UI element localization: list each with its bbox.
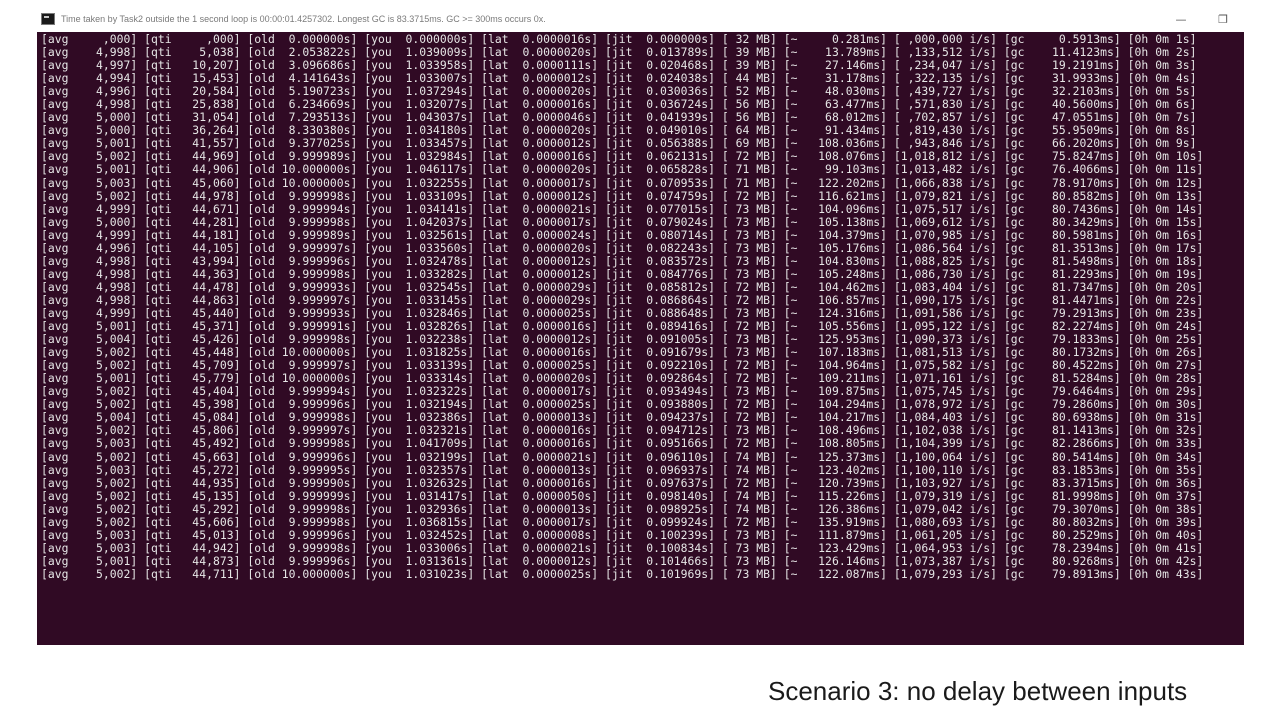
console-line: [avg 5,003] [qti 45,492] [old 9.999998s]…	[41, 436, 1204, 451]
console-line: [avg 5,000] [qti 44,281] [old 9.999998s]…	[41, 214, 1204, 229]
console-line: [avg 5,003] [qti 44,942] [old 9.999998s]…	[41, 540, 1204, 555]
window-controls: — ❐	[1160, 8, 1244, 30]
title-bar[interactable]: Time taken by Task2 outside the 1 second…	[37, 8, 1244, 30]
console-line: [avg 5,002] [qti 44,978] [old 9.999998s]…	[41, 188, 1204, 203]
console-line: [avg 5,002] [qti 45,663] [old 9.999996s]…	[41, 449, 1204, 464]
slide-caption: Scenario 3: no delay between inputs	[768, 676, 1188, 706]
window-title: Time taken by Task2 outside the 1 second…	[61, 14, 546, 24]
console-line: [avg 4,996] [qti 44,105] [old 9.999997s]…	[41, 240, 1204, 255]
console-line: [avg 5,002] [qti 44,935] [old 9.999990s]…	[41, 475, 1204, 490]
console-line: [avg 4,998] [qti 44,363] [old 9.999998s]…	[41, 266, 1204, 281]
console-lines: [avg ,000] [qti ,000] [old 0.000000s] [y…	[41, 32, 1204, 581]
console-line: [avg 4,999] [qti 44,671] [old 9.999994s]…	[41, 201, 1204, 216]
console-line: [avg 4,998] [qti 43,994] [old 9.999996s]…	[41, 253, 1204, 268]
console-line: [avg 5,001] [qti 44,873] [old 9.999996s]…	[41, 553, 1204, 568]
console-line: [avg 5,002] [qti 45,606] [old 9.999998s]…	[41, 514, 1204, 529]
console-line: [avg 5,003] [qti 45,060] [old 10.000000s…	[41, 175, 1204, 190]
minimize-icon[interactable]: —	[1160, 8, 1202, 30]
console-line: [avg 5,002] [qti 45,135] [old 9.999999s]…	[41, 488, 1204, 503]
console-output[interactable]: [avg ,000] [qti ,000] [old 0.000000s] [y…	[37, 32, 1244, 645]
console-icon[interactable]	[41, 13, 55, 25]
console-line: [avg 5,003] [qti 45,272] [old 9.999995s]…	[41, 462, 1204, 477]
console-line: [avg 5,002] [qti 45,292] [old 9.999998s]…	[41, 501, 1204, 516]
console-line: [avg 5,002] [qti 44,711] [old 10.000000s…	[41, 566, 1204, 581]
console-line: [avg 5,003] [qti 45,013] [old 9.999996s]…	[41, 527, 1204, 542]
console-line: [avg 4,999] [qti 44,181] [old 9.999989s]…	[41, 227, 1204, 242]
console-line: [avg 5,001] [qti 44,906] [old 10.000000s…	[41, 162, 1204, 177]
maximize-icon[interactable]: ❐	[1202, 8, 1244, 30]
console-line: [avg 4,998] [qti 44,478] [old 9.999993s]…	[41, 279, 1204, 294]
console-window: Time taken by Task2 outside the 1 second…	[37, 8, 1244, 645]
